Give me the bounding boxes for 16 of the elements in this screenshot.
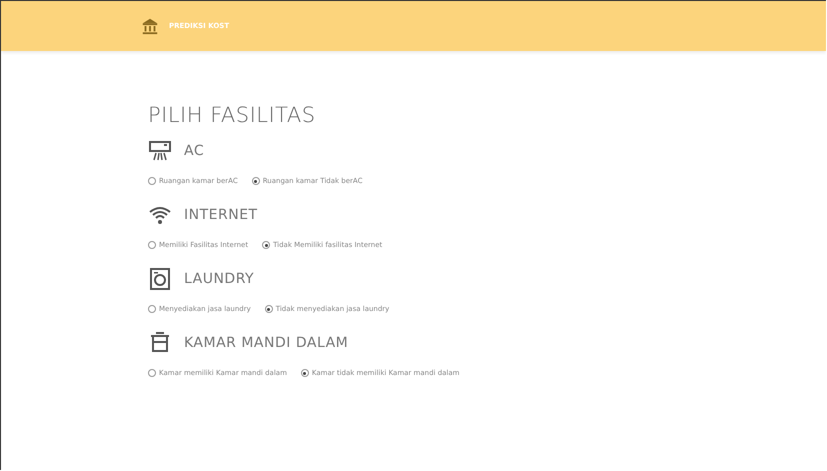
section-heading: LAUNDRY xyxy=(184,271,254,287)
radio-button[interactable] xyxy=(300,369,309,377)
radio-button[interactable] xyxy=(264,305,273,313)
section-heading: KAMAR MANDI DALAM xyxy=(184,335,348,351)
section-heading: INTERNET xyxy=(184,207,258,223)
section-heading: AC xyxy=(184,143,204,159)
radio-button[interactable] xyxy=(252,177,260,185)
air-conditioner-icon xyxy=(148,139,172,163)
building-icon xyxy=(141,17,159,35)
washing-machine-icon xyxy=(148,267,172,291)
radio-button[interactable] xyxy=(148,241,156,249)
radio-button[interactable] xyxy=(148,369,156,377)
radio-button[interactable] xyxy=(148,177,156,185)
radio-button[interactable] xyxy=(262,241,270,249)
page-title: PILIH FASILITAS xyxy=(148,103,317,127)
radio-button[interactable] xyxy=(148,305,156,313)
